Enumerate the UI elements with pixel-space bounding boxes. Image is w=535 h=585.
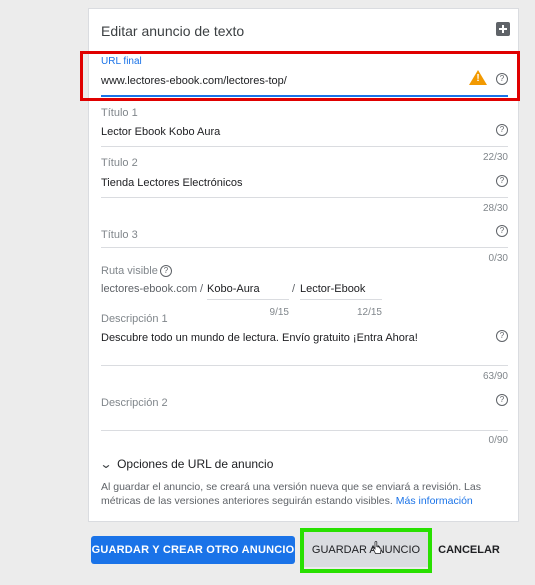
add-icon[interactable] — [496, 22, 510, 36]
path-separator: / — [292, 283, 296, 295]
headline1-label: Título 1 — [101, 107, 138, 119]
path1-input[interactable]: Kobo-Aura — [207, 283, 260, 295]
headline2-counter: 28/30 — [482, 203, 508, 214]
help-icon[interactable]: ? — [496, 124, 508, 136]
description2-label: Descripción 2 — [101, 397, 168, 409]
headline1-counter: 22/30 — [482, 152, 508, 163]
path2-input[interactable]: Lector-Ebook — [300, 283, 365, 295]
url-options-label: Opciones de URL de anuncio — [117, 457, 274, 471]
revision-notice: Al guardar el anuncio, se creará una ver… — [101, 480, 506, 508]
path1-underline — [207, 299, 289, 300]
description2-underline — [101, 430, 508, 431]
description1-label: Descripción 1 — [101, 313, 168, 325]
description1-counter: 63/90 — [482, 371, 508, 382]
description2-counter: 0/90 — [488, 435, 508, 446]
more-info-link[interactable]: Más información — [396, 495, 473, 507]
help-icon[interactable]: ? — [496, 175, 508, 187]
help-icon[interactable]: ? — [496, 225, 508, 237]
headline1-underline — [101, 146, 508, 147]
headline2-input[interactable]: Tienda Lectores Electrónicos — [101, 177, 242, 189]
description1-underline — [101, 365, 508, 366]
final-url-highlight — [80, 51, 520, 101]
description1-input[interactable]: Descubre todo un mundo de lectura. Envío… — [101, 332, 418, 344]
path2-underline — [300, 299, 382, 300]
headline2-underline — [101, 197, 508, 198]
path2-counter: 12/15 — [356, 307, 382, 318]
save-and-create-button[interactable]: GUARDAR Y CREAR OTRO ANUNCIO — [91, 536, 295, 564]
help-icon[interactable]: ? — [496, 330, 508, 342]
help-icon[interactable]: ? — [496, 394, 508, 406]
headline3-label: Título 3 — [101, 229, 138, 241]
hand-cursor-icon — [372, 541, 382, 554]
panel-title: Editar anuncio de texto — [101, 23, 245, 39]
headline3-counter: 0/30 — [488, 253, 508, 264]
path-domain: lectores-ebook.com / — [101, 283, 204, 295]
url-options-toggle[interactable]: ⌄ Opciones de URL de anuncio — [99, 457, 274, 471]
headline1-input[interactable]: Lector Ebook Kobo Aura — [101, 126, 220, 138]
save-button-highlight — [300, 528, 432, 573]
headline3-underline — [101, 247, 508, 248]
path1-counter: 9/15 — [269, 307, 289, 318]
headline2-label: Título 2 — [101, 157, 138, 169]
help-icon[interactable]: ? — [160, 265, 172, 277]
cancel-button[interactable]: CANCELAR — [434, 536, 504, 564]
chevron-down-icon: ⌄ — [99, 457, 113, 471]
path-label: Ruta visible — [101, 265, 158, 277]
